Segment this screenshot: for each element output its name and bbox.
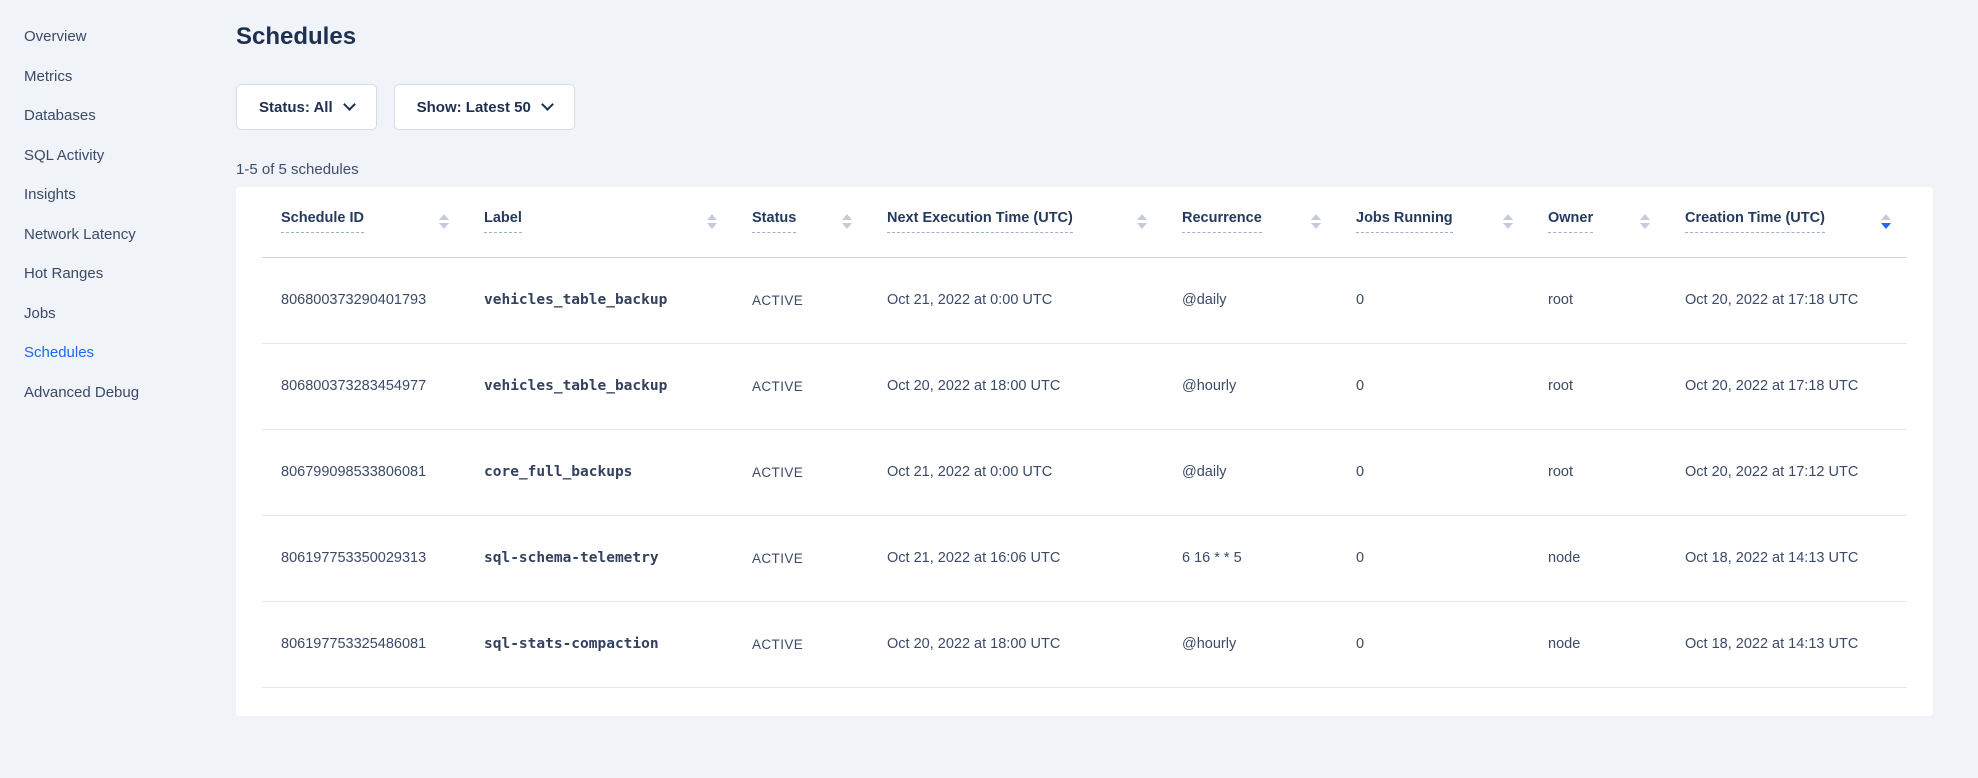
cell-schedule-id: 806800373283454977 xyxy=(262,343,465,429)
table-row: 806800373283454977 vehicles_table_backup… xyxy=(262,343,1907,429)
column-header-next-execution-time[interactable]: Next Execution Time (UTC) xyxy=(868,187,1163,257)
column-header-jobs-running[interactable]: Jobs Running xyxy=(1337,187,1529,257)
column-header-status[interactable]: Status xyxy=(733,187,868,257)
column-header-recurrence[interactable]: Recurrence xyxy=(1163,187,1337,257)
column-header-label[interactable]: Label xyxy=(465,187,733,257)
column-header-creation-time[interactable]: Creation Time (UTC) xyxy=(1666,187,1907,257)
sidebar-item-overview[interactable]: Overview xyxy=(0,17,236,57)
sort-icon[interactable] xyxy=(1503,214,1513,229)
filter-bar: Status: All Show: Latest 50 xyxy=(236,84,575,130)
cell-jobs-running: 0 xyxy=(1337,257,1529,343)
cell-jobs-running: 0 xyxy=(1337,429,1529,515)
cell-creation-time: Oct 18, 2022 at 14:13 UTC xyxy=(1666,515,1907,601)
table-header-row: Schedule ID Label Status xyxy=(262,187,1907,257)
cell-label: sql-schema-telemetry xyxy=(465,515,733,601)
sort-icon[interactable] xyxy=(842,214,852,229)
status-filter-label: Status: All xyxy=(259,99,333,116)
cell-status: ACTIVE xyxy=(733,601,868,687)
cell-recurrence: 6 16 * * 5 xyxy=(1163,515,1337,601)
cell-status: ACTIVE xyxy=(733,257,868,343)
cell-recurrence: @hourly xyxy=(1163,343,1337,429)
sidebar-item-schedules[interactable]: Schedules xyxy=(0,333,236,373)
cell-owner: root xyxy=(1529,429,1666,515)
sidebar-item-hot-ranges[interactable]: Hot Ranges xyxy=(0,254,236,294)
sidebar-item-metrics[interactable]: Metrics xyxy=(0,57,236,97)
cell-next-execution: Oct 21, 2022 at 0:00 UTC xyxy=(868,257,1163,343)
table-row: 806197753350029313 sql-schema-telemetry … xyxy=(262,515,1907,601)
chevron-down-icon xyxy=(541,98,554,111)
page-title: Schedules xyxy=(236,24,356,50)
sidebar-item-sql-activity[interactable]: SQL Activity xyxy=(0,136,236,176)
table-row: 806197753325486081 sql-stats-compaction … xyxy=(262,601,1907,687)
schedules-table-card: Schedule ID Label Status xyxy=(236,187,1933,716)
cell-status: ACTIVE xyxy=(733,343,868,429)
show-filter-label: Show: Latest 50 xyxy=(417,99,531,116)
status-filter-dropdown[interactable]: Status: All xyxy=(236,84,377,130)
cell-creation-time: Oct 18, 2022 at 14:13 UTC xyxy=(1666,601,1907,687)
sidebar-item-network-latency[interactable]: Network Latency xyxy=(0,215,236,255)
cell-label: vehicles_table_backup xyxy=(465,343,733,429)
cell-creation-time: Oct 20, 2022 at 17:12 UTC xyxy=(1666,429,1907,515)
cell-owner: node xyxy=(1529,515,1666,601)
cell-next-execution: Oct 21, 2022 at 0:00 UTC xyxy=(868,429,1163,515)
cell-label: vehicles_table_backup xyxy=(465,257,733,343)
cell-label: core_full_backups xyxy=(465,429,733,515)
results-count: 1-5 of 5 schedules xyxy=(236,161,359,178)
cell-schedule-id: 806799098533806081 xyxy=(262,429,465,515)
sidebar-item-databases[interactable]: Databases xyxy=(0,96,236,136)
column-header-schedule-id[interactable]: Schedule ID xyxy=(262,187,465,257)
cell-status: ACTIVE xyxy=(733,515,868,601)
cell-creation-time: Oct 20, 2022 at 17:18 UTC xyxy=(1666,343,1907,429)
cell-owner: root xyxy=(1529,257,1666,343)
cell-label: sql-stats-compaction xyxy=(465,601,733,687)
cell-next-execution: Oct 20, 2022 at 18:00 UTC xyxy=(868,343,1163,429)
sort-icon[interactable] xyxy=(1137,214,1147,229)
cell-owner: root xyxy=(1529,343,1666,429)
cell-status: ACTIVE xyxy=(733,429,868,515)
cell-recurrence: @daily xyxy=(1163,429,1337,515)
cell-jobs-running: 0 xyxy=(1337,343,1529,429)
show-filter-dropdown[interactable]: Show: Latest 50 xyxy=(394,84,575,130)
cell-recurrence: @daily xyxy=(1163,257,1337,343)
sort-icon[interactable] xyxy=(439,214,449,229)
cell-next-execution: Oct 20, 2022 at 18:00 UTC xyxy=(868,601,1163,687)
cell-jobs-running: 0 xyxy=(1337,515,1529,601)
sidebar: Overview Metrics Databases SQL Activity … xyxy=(0,17,236,412)
sort-icon[interactable] xyxy=(707,214,717,229)
cell-owner: node xyxy=(1529,601,1666,687)
schedules-table: Schedule ID Label Status xyxy=(262,187,1907,688)
sidebar-item-advanced-debug[interactable]: Advanced Debug xyxy=(0,373,236,413)
cell-schedule-id: 806800373290401793 xyxy=(262,257,465,343)
cell-schedule-id: 806197753325486081 xyxy=(262,601,465,687)
column-header-owner[interactable]: Owner xyxy=(1529,187,1666,257)
cell-creation-time: Oct 20, 2022 at 17:18 UTC xyxy=(1666,257,1907,343)
sidebar-item-jobs[interactable]: Jobs xyxy=(0,294,236,334)
chevron-down-icon xyxy=(343,98,356,111)
cell-jobs-running: 0 xyxy=(1337,601,1529,687)
table-row: 806799098533806081 core_full_backups ACT… xyxy=(262,429,1907,515)
cell-recurrence: @hourly xyxy=(1163,601,1337,687)
cell-schedule-id: 806197753350029313 xyxy=(262,515,465,601)
sort-icon[interactable] xyxy=(1311,214,1321,229)
sort-desc-icon[interactable] xyxy=(1881,214,1891,229)
sidebar-item-insights[interactable]: Insights xyxy=(0,175,236,215)
cell-next-execution: Oct 21, 2022 at 16:06 UTC xyxy=(868,515,1163,601)
sort-icon[interactable] xyxy=(1640,214,1650,229)
table-row: 806800373290401793 vehicles_table_backup… xyxy=(262,257,1907,343)
